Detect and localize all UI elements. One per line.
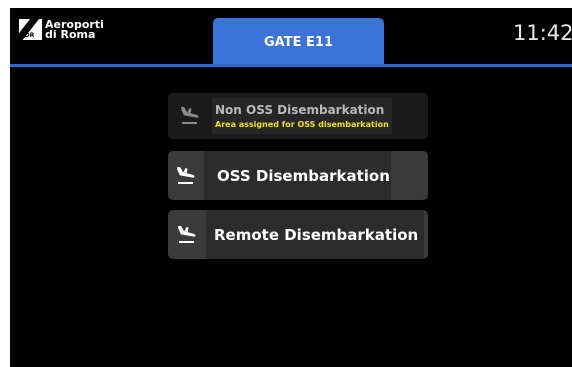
plane-landing-icon [168,151,204,200]
tab-gate[interactable]: GATE E11 [213,18,384,66]
non-oss-button-edge [392,93,428,139]
remote-title: Remote Disembarkation [214,225,419,244]
plane-landing-icon [168,93,212,139]
non-oss-notice: Area assigned for OSS disembarkation [215,120,389,129]
logo-mark-text: ADR [20,32,35,39]
oss-label-panel: OSS Disembarkation [204,151,391,200]
oss-title: OSS Disembarkation [217,166,390,185]
remote-label-panel: Remote Disembarkation [206,210,425,259]
header-divider [10,64,572,67]
remote-button-edge [424,210,428,259]
header-bar: ADR Aeroporti di Roma GATE E11 11:42 [10,8,572,66]
adr-logo-mark-icon: ADR [19,19,42,40]
oss-disembarkation-button[interactable]: OSS Disembarkation [168,151,428,200]
app-frame: ADR Aeroporti di Roma GATE E11 11:42 Non… [10,8,572,367]
non-oss-disembarkation-button: Non OSS Disembarkation Area assigned for… [168,93,428,139]
plane-landing-icon [168,210,206,259]
logo-line-2: di Roma [45,27,96,41]
oss-button-edge [391,151,428,200]
remote-disembarkation-button[interactable]: Remote Disembarkation [168,210,428,259]
non-oss-title: Non OSS Disembarkation [215,103,385,117]
clock: 11:42 [513,21,572,45]
logo-wordmark: Aeroporti di Roma [45,19,104,41]
airport-logo: ADR Aeroporti di Roma [19,19,104,40]
non-oss-label-panel: Non OSS Disembarkation Area assigned for… [212,98,392,134]
